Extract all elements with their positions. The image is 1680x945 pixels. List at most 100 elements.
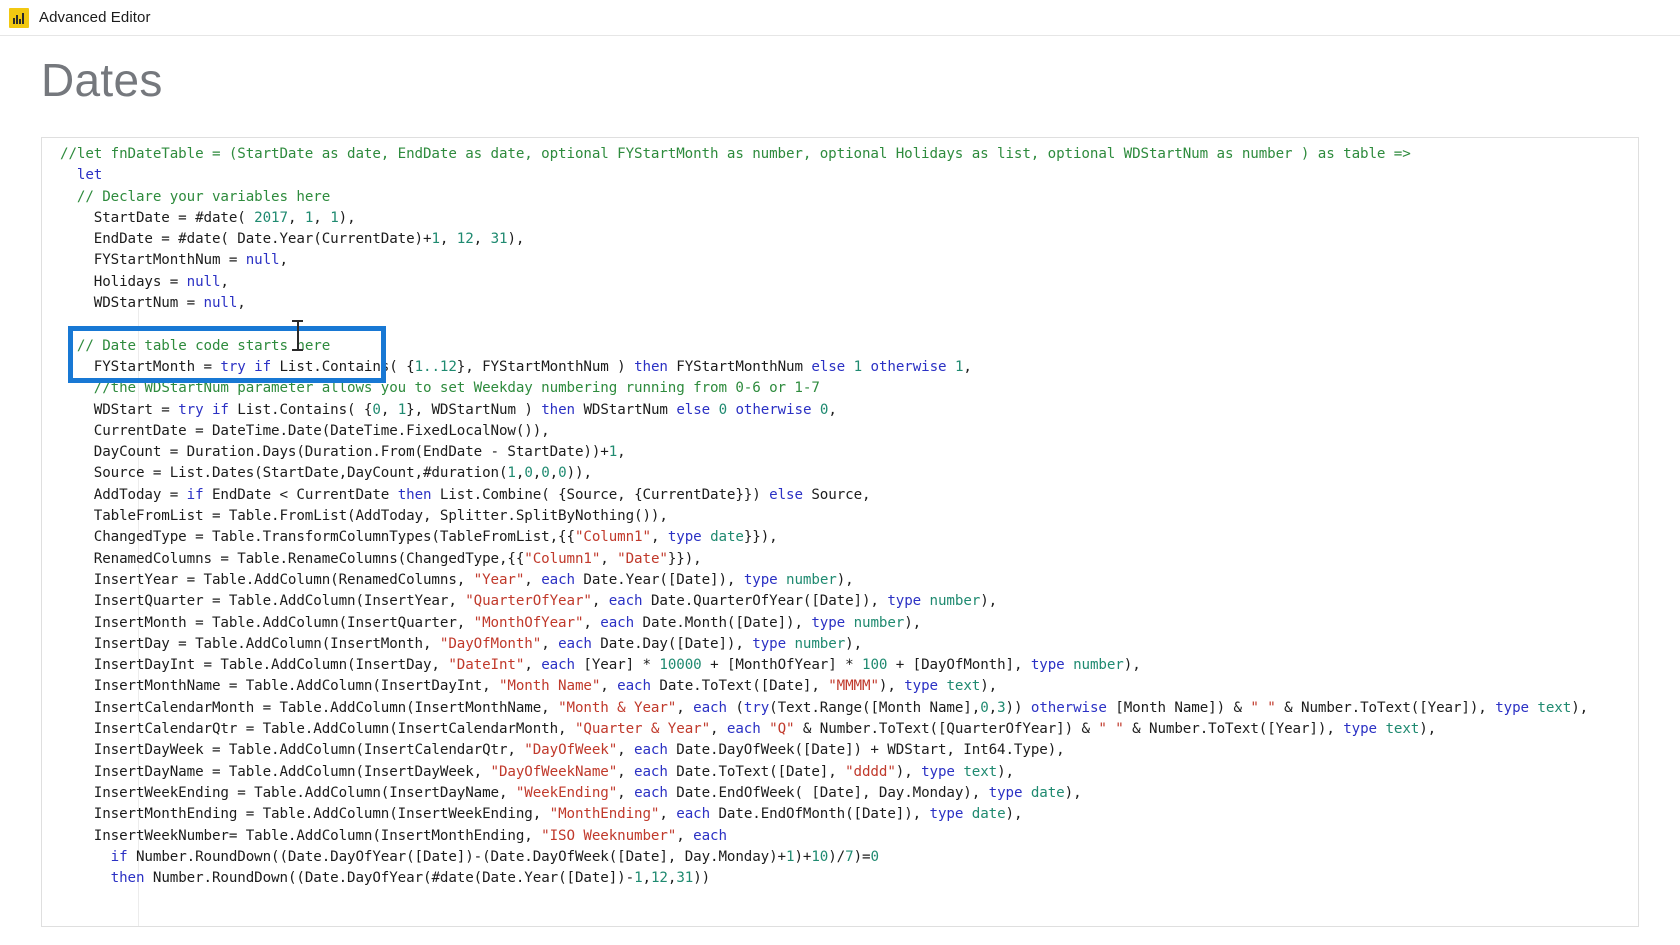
code-token: , [473,231,491,248]
code-token: ), [845,635,863,652]
code-token: EndDate = #date( Date.Year(CurrentDate)+ [60,231,432,248]
code-token: 12 [650,870,668,887]
code-token: type [929,806,964,823]
code-token: " " [1098,721,1124,738]
code-token: WDStartNum = [60,295,204,312]
code-scroll-area[interactable]: //let fnDateTable = (StartDate as date, … [42,138,1638,926]
code-token: number [786,571,837,588]
code-token: Date.Day([Date]), [591,635,753,652]
code-token: 1 [431,231,440,248]
code-token: ), [836,571,854,588]
code-token: , [642,870,652,887]
code-token: InsertDayName = Table.AddColumn(InsertDa… [60,763,491,780]
code-token: 10000 [659,657,702,674]
code-token: }}), [743,529,778,546]
code-token: number [794,635,846,652]
code-token: 0 [718,401,728,418]
code-token: "MonthEnding" [549,806,660,823]
code-token: & Number.ToText([QuarterOfYear]) & [794,721,1099,738]
code-token: FYStartMonth = [60,358,221,375]
code-token: "dddd" [845,763,896,780]
code-token: type [743,571,778,588]
code-token: Source = List.Dates(StartDate,DayCount,#… [60,465,508,482]
code-token: type [667,529,702,546]
m-query-code[interactable]: //let fnDateTable = (StartDate as date, … [42,138,1638,889]
code-token: ), [904,614,922,631]
code-token: if [110,848,128,865]
code-token: "Column1" [524,550,601,567]
code-token: date [1030,784,1065,801]
code-token: each [617,678,651,695]
code-token: number [853,614,905,631]
code-token: Date.ToText([Date], [667,763,846,780]
code-token: // Date table code starts here [76,337,331,354]
code-token: each [558,635,592,652]
code-token: List.Combine( {Source, {CurrentDate}}) [431,486,770,503]
code-token: text [1537,699,1572,716]
code-token: 1 [634,870,643,887]
code-token: "Q" [769,721,795,738]
code-token: Date.QuarterOfYear([Date]), [642,593,888,610]
code-token: ), [1571,699,1589,716]
code-token: , [710,721,727,738]
code-token: else [769,486,803,503]
code-token: WDStartNum [575,401,677,418]
code-token: , [600,678,618,695]
code-token: "Date" [617,550,668,567]
code-token: "MonthOfYear" [473,614,584,631]
code-token: InsertWeekNumber= Table.AddColumn(Insert… [60,827,542,844]
code-token: "QuarterOfYear" [465,593,592,610]
code-token: List.Contains( { [271,358,415,375]
code-token: Holidays = [60,273,187,290]
code-token: "ISO Weeknumber" [541,827,677,844]
code-token: ), [980,593,998,610]
advanced-editor-code-panel[interactable]: //let fnDateTable = (StartDate as date, … [41,137,1639,927]
code-token: type [988,784,1023,801]
code-token: otherwise [735,401,812,418]
code-token: TableFromList = Table.FromList(AddToday,… [60,508,668,525]
code-token: else [676,401,711,418]
code-token: "Quarter & Year" [574,721,711,738]
code-token: //let fnDateTable = (StartDate as date, … [60,146,1411,162]
code-token: , [549,465,559,482]
code-token: "Month Name" [498,678,601,695]
code-token: + [DayOfMonth], [887,657,1031,674]
code-token: AddToday = [60,486,187,503]
code-token: Date.Month([Date]), [634,614,812,631]
code-token: ), [1123,657,1141,674]
code-token: InsertDayWeek = Table.AddColumn(InsertCa… [60,742,525,759]
code-token: ), [1419,721,1437,738]
code-token: text [963,763,998,780]
power-bi-icon [9,7,29,28]
code-token: " " [1250,699,1276,716]
code-token: }, WDStartNum ) [406,401,542,418]
code-token: , [617,763,635,780]
code-token: each [693,827,727,844]
code-token: date [710,529,744,546]
code-token: ), [895,763,922,780]
code-token: "DayOfWeek" [524,742,618,759]
code-token: , [676,827,694,844]
code-token: , [541,635,559,652]
code-token: )), [566,465,592,482]
code-token: "Year" [473,571,525,588]
code-token: //the WDStartNum parameter allows you to… [93,380,820,397]
code-token: FYStartMonthNum [667,358,812,375]
code-token: }}), [667,550,702,567]
code-token: ), [980,678,998,695]
code-token: InsertDay = Table.AddColumn(InsertMonth, [60,635,440,652]
code-token: (Text.Range([Month Name], [769,699,981,716]
code-token: each [541,657,575,674]
code-token: InsertCalendarQtr = Table.AddColumn(Inse… [60,721,575,738]
code-token: ChangedType = Table.TransformColumnTypes… [60,529,575,546]
code-token: , [617,784,635,801]
code-token: let [76,167,103,184]
code-token: 1 [507,465,516,482]
code-token: Source, [802,486,871,503]
